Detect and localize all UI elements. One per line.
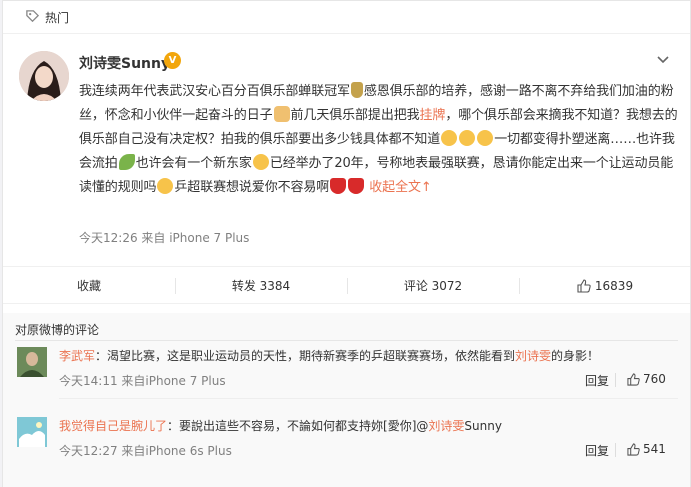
weibo-card: 热门 刘诗雯Sunny V 我连续两年代表武汉安心百分百俱乐部蝉联冠军 感恩俱乐部… (2, 0, 691, 487)
comment-meta: 今天14:11 来自iPhone 7 Plus (59, 374, 226, 388)
reply-button[interactable]: 回复 (585, 372, 609, 389)
comment-like-count: 760 (643, 372, 666, 386)
comment-body: ：渴望比赛，这是职业运动员的天性，期待新赛季的乒超联赛赛场，依然能看到 (95, 349, 516, 363)
mention-link[interactable]: 刘诗雯 (515, 349, 551, 363)
leaf-icon (118, 154, 135, 170)
poster-avatar[interactable] (19, 51, 69, 101)
post-text-p3: 前几天俱乐部提出把我 (290, 108, 420, 123)
action-bar: 收藏 转发 3384 评论 3072 16839 (3, 266, 690, 304)
hashtag-link[interactable]: 挂牌 (420, 108, 446, 123)
collapse-text-link[interactable]: 收起全文 (369, 180, 421, 195)
comment-like-button[interactable]: 760 (627, 372, 666, 386)
post-meta: 今天12:26 来自 iPhone 7 Plus (79, 231, 250, 245)
post-text-p8: 乒超联赛想说爱你不容易啊 (174, 180, 330, 195)
comment-like-button[interactable]: 541 (627, 442, 666, 456)
comment-body: ：要說出這些不容易，不論如何都支持妳[愛你]@ (167, 419, 429, 433)
comment-action-divider (615, 373, 616, 387)
comment-text: 李武军：渴望比赛，这是职业运动员的天性，期待新赛季的乒超联赛赛场，依然能看到刘诗… (59, 347, 659, 364)
comments-header: 对原微博的评论 (15, 323, 100, 337)
hot-label: 热门 (45, 11, 70, 25)
repost-label: 转发 3384 (231, 279, 291, 293)
commenter-name[interactable]: 李武军 (59, 349, 95, 363)
shocked-emoji-icon (459, 130, 476, 146)
post-body: 我连续两年代表武汉安心百分百俱乐部蝉联冠军 感恩俱乐部的培养，感谢一路不离不弃给我… (79, 80, 679, 200)
like-button[interactable]: 16839 (519, 267, 691, 305)
hot-tag-icon (26, 10, 40, 23)
collapse-arrow-icon[interactable]: ↑ (421, 180, 432, 195)
comments-section: 对原微博的评论 李武军：渴望比赛，这是职业运动员的天性，期待新赛季的乒超联赛赛场… (3, 313, 690, 487)
chevron-down-icon[interactable] (656, 55, 670, 65)
strong-arm-icon (273, 106, 290, 122)
verified-badge-icon: V (164, 52, 181, 69)
favorite-button[interactable]: 收藏 (3, 267, 175, 305)
comment-like-count: 541 (643, 442, 666, 456)
shocked-emoji-icon (441, 130, 458, 146)
favorite-label: 收藏 (76, 279, 101, 293)
comment-label: 评论 3072 (403, 279, 463, 293)
thumbs-up-icon (627, 373, 640, 386)
post-text-p6: 也许会有一个新东家 (135, 156, 252, 171)
broken-heart-icon (348, 178, 365, 194)
broken-heart-icon (330, 178, 347, 194)
comments-divider (15, 340, 678, 341)
smile-emoji-icon (252, 154, 269, 170)
commenter-avatar[interactable] (17, 417, 47, 447)
poster-username[interactable]: 刘诗雯Sunny (79, 53, 170, 73)
comment-body-tail: Sunny (464, 419, 502, 433)
repost-button[interactable]: 转发 3384 (175, 267, 347, 305)
post-text-p1: 我连续两年代表武汉安心百分百俱乐部蝉联冠军 (79, 84, 350, 99)
thumbs-up-icon (627, 443, 640, 456)
mention-link[interactable]: 刘诗雯 (428, 419, 464, 433)
comment-text: 我觉得自己是腕儿了：要說出這些不容易，不論如何都支持妳[愛你]@刘诗雯Sunny (59, 417, 659, 434)
comment-action-divider (615, 443, 616, 457)
comment-body-tail: 的身影！ (551, 349, 600, 363)
shocked-emoji-icon (477, 130, 494, 146)
thumbs-up-icon (577, 279, 591, 293)
doubt-emoji-icon (157, 178, 174, 194)
comment-divider (59, 398, 678, 399)
trophy-icon (350, 82, 363, 98)
comment-meta: 今天12:27 来自iPhone 6s Plus (59, 444, 232, 458)
like-count: 16839 (594, 279, 634, 293)
commenter-name[interactable]: 我觉得自己是腕儿了 (59, 419, 167, 433)
reply-button[interactable]: 回复 (585, 442, 609, 459)
comment-button[interactable]: 评论 3072 (347, 267, 519, 305)
commenter-avatar[interactable] (17, 347, 47, 377)
top-bar: 热门 (3, 1, 690, 34)
